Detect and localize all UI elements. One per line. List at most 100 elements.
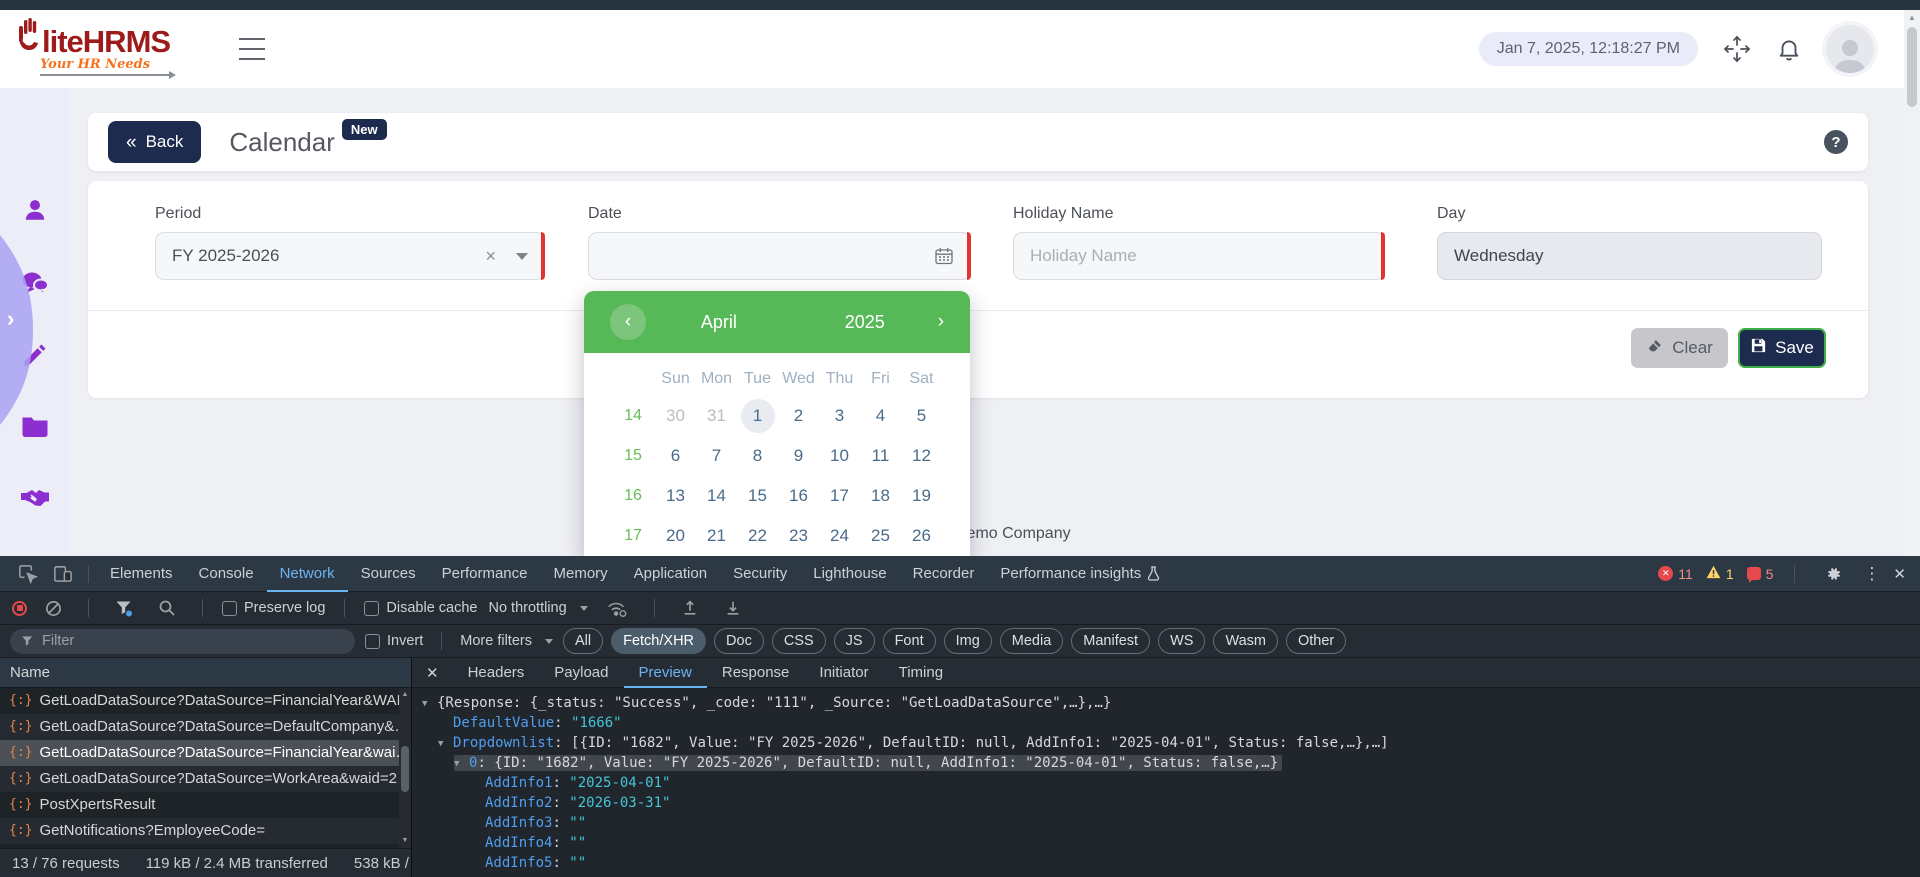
filter-chip-fetch-xhr[interactable]: Fetch/XHR [611,628,706,654]
detail-tab-headers[interactable]: Headers [453,658,540,688]
search-icon[interactable] [151,599,183,617]
detail-tab-payload[interactable]: Payload [539,658,623,688]
json-tree-row[interactable]: AddInfo3: "" [412,813,1920,833]
datepicker-month[interactable]: April [646,312,792,333]
calendar-day[interactable]: 3 [819,406,860,426]
sidebar-item-handshake-icon[interactable] [20,486,50,515]
calendar-day[interactable]: 5 [901,406,942,426]
devtools-settings-gear-icon[interactable] [1816,564,1850,584]
expand-arrow-icon[interactable]: ▼ [438,734,453,754]
json-tree-row[interactable]: ▼Dropdownlist: [{ID: "1682", Value: "FY … [412,733,1920,753]
calendar-day[interactable]: 1 [737,399,778,433]
holiday-name-field[interactable] [1013,232,1385,280]
network-filter-input[interactable]: Filter [10,629,355,654]
filter-chip-other[interactable]: Other [1286,628,1346,654]
console-errors-count[interactable]: ✕ 11 [1658,566,1693,582]
json-tree-row[interactable]: AddInfo2: "2026-03-31" [412,793,1920,813]
import-har-icon[interactable] [674,599,706,617]
filter-funnel-icon[interactable] [108,600,140,617]
console-warnings-count[interactable]: 1 [1706,565,1734,582]
hamburger-menu-icon[interactable] [239,38,265,68]
devtools-tab-memory[interactable]: Memory [541,556,621,592]
calendar-day[interactable]: 14 [696,486,737,506]
move-arrows-icon[interactable] [1722,34,1752,64]
calendar-day[interactable]: 17 [819,486,860,506]
calendar-day[interactable]: 8 [737,446,778,466]
devtools-tab-performance[interactable]: Performance [429,556,541,592]
devtools-tab-console[interactable]: Console [186,556,267,592]
calendar-day[interactable]: 15 [737,486,778,506]
request-list-scrollbar[interactable]: ▲ ▼ [399,688,411,848]
request-row[interactable]: {:}GetLoadDataSource?DataSource=Financia… [0,688,399,714]
invert-filter-toggle[interactable]: Invert [365,633,423,649]
throttling-select[interactable]: No throttling [488,600,587,616]
datepicker-year[interactable]: 2025 [792,312,938,333]
avatar[interactable] [1826,25,1874,73]
calendar-day[interactable]: 13 [655,486,696,506]
chevron-down-icon[interactable] [516,253,528,260]
date-input[interactable] [588,232,971,280]
devtools-tab-sources[interactable]: Sources [348,556,429,592]
detail-tab-initiator[interactable]: Initiator [804,658,883,688]
filter-chip-js[interactable]: JS [834,628,875,654]
filter-chip-wasm[interactable]: Wasm [1213,628,1278,654]
calendar-day[interactable]: 11 [860,446,901,466]
help-button[interactable]: ? [1824,130,1848,154]
json-tree-row[interactable]: ▼0: {ID: "1682", Value: "FY 2025-2026", … [412,753,1920,773]
issues-count[interactable]: 5 [1747,566,1774,582]
calendar-day[interactable]: 18 [860,486,901,506]
devtools-tab-lighthouse[interactable]: Lighthouse [800,556,899,592]
calendar-day[interactable]: 7 [696,446,737,466]
calendar-day[interactable]: 4 [860,406,901,426]
detail-tab-timing[interactable]: Timing [884,658,958,688]
scrollbar-up-arrow-icon[interactable]: ▲ [399,688,411,702]
calendar-day[interactable]: 2 [778,406,819,426]
more-filters-button[interactable]: More filters [460,633,553,649]
inspect-element-icon[interactable] [10,563,45,584]
prev-month-button[interactable]: ‹ [610,304,646,340]
device-toolbar-icon[interactable] [45,563,80,584]
calendar-day[interactable]: 6 [655,446,696,466]
disable-cache-checkbox[interactable] [364,601,379,616]
calendar-day[interactable]: 22 [737,526,778,546]
invert-checkbox[interactable] [365,634,380,649]
filter-chip-img[interactable]: Img [944,628,992,654]
devtools-tab-network[interactable]: Network [267,556,348,592]
filter-chip-css[interactable]: CSS [772,628,826,654]
clear-network-log-icon[interactable] [38,600,69,617]
calendar-day[interactable]: 23 [778,526,819,546]
request-row[interactable]: {:}PostXpertsResult [0,792,399,818]
devtools-tab-elements[interactable]: Elements [97,556,186,592]
calendar-icon[interactable] [934,246,954,266]
next-month-button[interactable]: › [938,311,944,333]
save-button[interactable]: Save [1738,328,1826,368]
network-conditions-icon[interactable] [599,599,635,618]
json-tree-row[interactable]: DefaultValue: "1666" [412,713,1920,733]
close-detail-icon[interactable]: ✕ [412,664,453,682]
expand-arrow-icon[interactable]: ▼ [422,694,437,714]
sidebar-item-user-icon[interactable] [22,197,48,228]
calendar-day[interactable]: 30 [655,406,696,426]
calendar-day[interactable]: 24 [819,526,860,546]
calendar-day[interactable]: 9 [778,446,819,466]
json-tree-row[interactable]: AddInfo4: "" [412,833,1920,853]
back-button[interactable]: « Back [108,121,201,163]
filter-chip-all[interactable]: All [563,628,603,654]
devtools-tab-application[interactable]: Application [621,556,720,592]
record-network-log-icon[interactable] [12,601,27,616]
devtools-menu-kebab-icon[interactable]: ⋮ [1863,564,1880,584]
export-har-icon[interactable] [717,599,749,617]
filter-chip-ws[interactable]: WS [1158,628,1205,654]
calendar-day[interactable]: 25 [860,526,901,546]
calendar-day[interactable]: 19 [901,486,942,506]
devtools-tab-security[interactable]: Security [720,556,800,592]
devtools-tab-recorder[interactable]: Recorder [900,556,988,592]
filter-chip-manifest[interactable]: Manifest [1071,628,1150,654]
sidebar-item-folder-icon[interactable] [21,414,49,443]
calendar-day[interactable]: 31 [696,406,737,426]
json-tree-row[interactable]: ▼{Response: {_status: "Success", _code: … [412,693,1920,713]
disable-cache-toggle[interactable]: Disable cache [364,600,477,616]
expand-arrow-icon[interactable]: ▼ [454,754,469,774]
name-column-header[interactable]: Name [0,658,411,688]
scrollbar-down-arrow-icon[interactable]: ▼ [399,834,411,848]
